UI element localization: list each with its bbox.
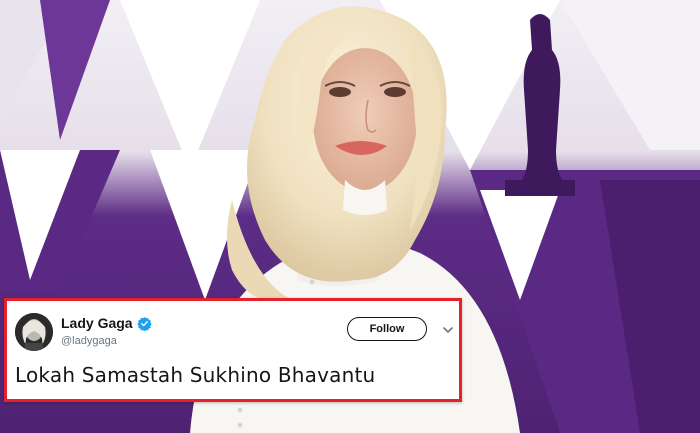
chevron-down-icon[interactable] bbox=[441, 323, 455, 337]
user-handle[interactable]: @ladygaga bbox=[61, 335, 117, 347]
follow-button[interactable]: Follow bbox=[347, 317, 427, 341]
verified-badge-icon bbox=[136, 316, 152, 331]
tweet-text: Lokah Samastah Sukhino Bhavantu bbox=[15, 363, 376, 387]
cropped-timestamp bbox=[15, 395, 135, 399]
tweet-card: Lady Gaga @ladygaga Follow Lokah Samasta… bbox=[4, 298, 462, 402]
profile-photo-icon bbox=[15, 313, 53, 351]
author-row: Lady Gaga bbox=[61, 315, 152, 331]
display-name[interactable]: Lady Gaga bbox=[61, 315, 133, 331]
avatar[interactable] bbox=[15, 313, 53, 351]
